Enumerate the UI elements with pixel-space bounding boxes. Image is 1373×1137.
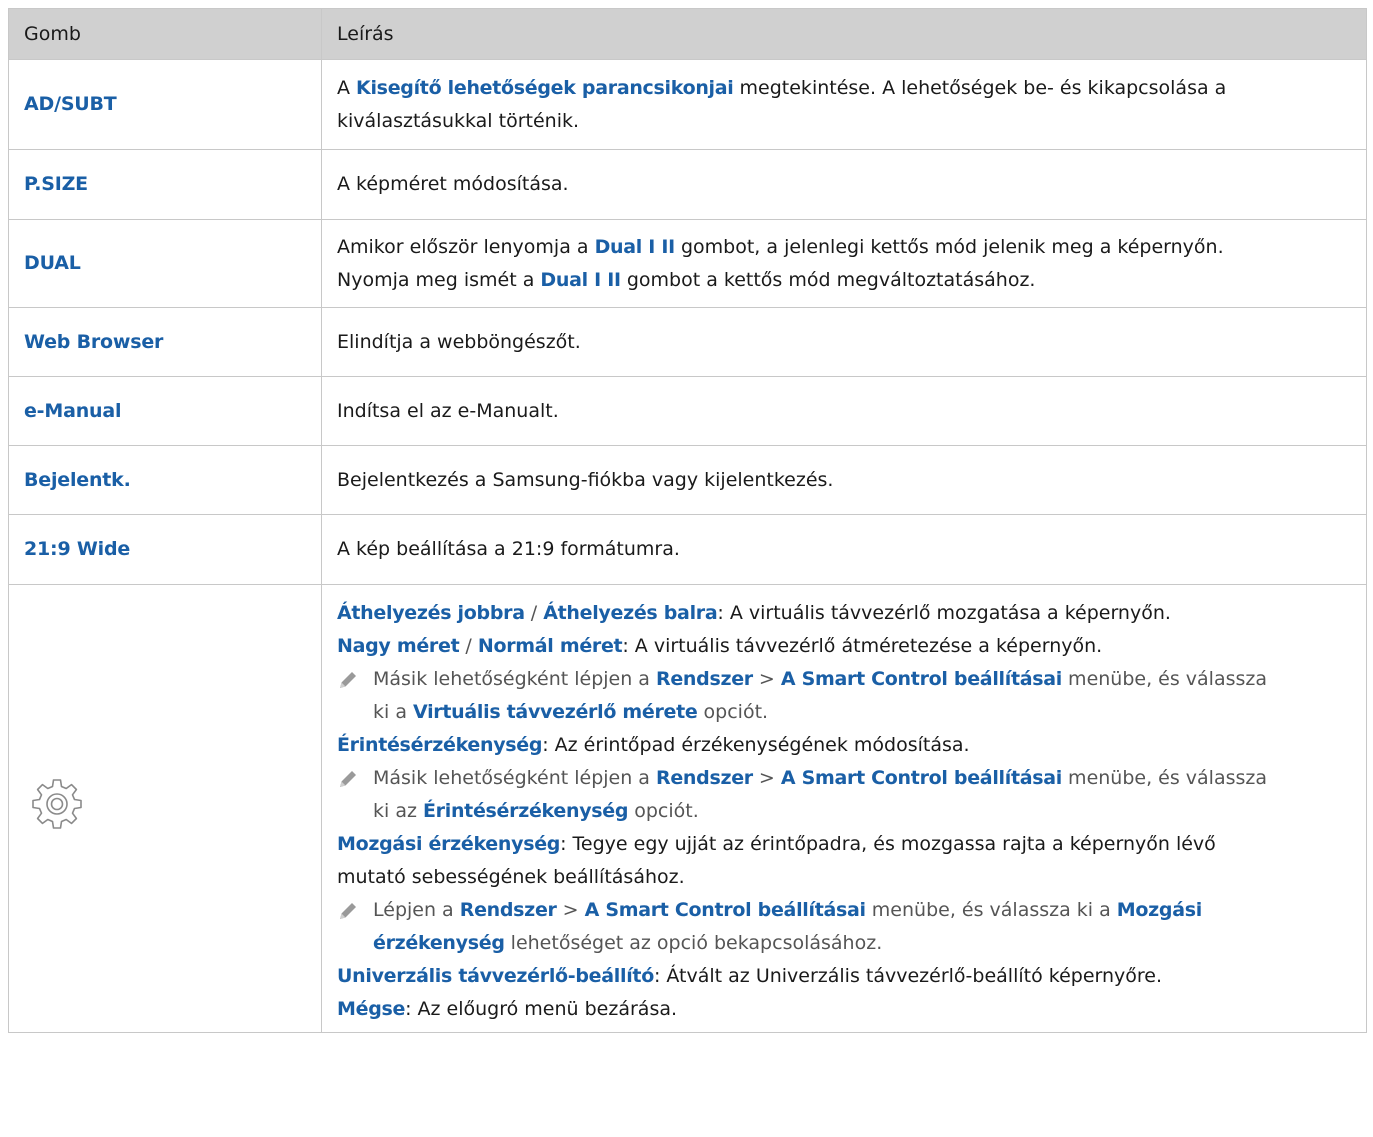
option-motion-sensitivity[interactable]: Mozgási érzékenység: [337, 833, 560, 855]
column-header-description: Leírás: [321, 8, 1367, 60]
row-key-cell: P.SIZE: [8, 149, 322, 220]
menu-link[interactable]: Kisegítő lehetőségek parancsikonjai: [356, 77, 734, 99]
description-line: kiválasztásukkal történik.: [337, 109, 580, 132]
row-description-cell: A képméret módosítása.: [321, 149, 1367, 220]
row-key-cell: Web Browser: [8, 307, 322, 377]
option-line: Mozgási érzékenység: Tegye egy ujját az …: [337, 833, 1216, 888]
table-row: Web Browser Elindítja a webböngészőt.: [8, 307, 1367, 377]
table-row: Bejelentk. Bejelentkezés a Samsung-fiókb…: [8, 445, 1367, 515]
table-header-row: Gomb Leírás: [8, 8, 1367, 60]
button-name: 21:9 Wide: [24, 538, 131, 560]
option-move-right[interactable]: Áthelyezés jobbra: [337, 602, 525, 624]
option-normal-size[interactable]: Normál méret: [478, 635, 623, 657]
menu-link[interactable]: Rendszer: [656, 668, 753, 690]
description-line: A Kisegítő lehetőségek parancsikonjai me…: [337, 76, 1227, 99]
note: Másik lehetőségként lépjen a Rendszer > …: [337, 762, 1351, 828]
row-description-cell: A Kisegítő lehetőségek parancsikonjai me…: [321, 59, 1367, 150]
table-row: AD/SUBT A Kisegítő lehetőségek parancsik…: [8, 59, 1367, 150]
option-touch-sensitivity[interactable]: Érintésérzékenység: [337, 734, 542, 756]
menu-link[interactable]: érzékenység: [373, 932, 505, 954]
row-description-cell: Áthelyezés jobbra / Áthelyezés balra: A …: [321, 584, 1367, 1033]
note-text: Másik lehetőségként lépjen a Rendszer > …: [373, 668, 1268, 723]
table-row: P.SIZE A képméret módosítása.: [8, 149, 1367, 220]
note: Lépjen a Rendszer > A Smart Control beál…: [337, 894, 1351, 960]
option-line: Áthelyezés jobbra / Áthelyezés balra: A …: [337, 602, 1171, 624]
option-line: Nagy méret / Normál méret: A virtuális t…: [337, 635, 1103, 657]
row-description-cell: Amikor először lenyomja a Dual I II gomb…: [321, 219, 1367, 308]
button-name: AD/SUBT: [24, 93, 117, 115]
row-key-cell: DUAL: [8, 219, 322, 308]
button-name: P.SIZE: [24, 173, 88, 195]
menu-link[interactable]: Rendszer: [656, 767, 753, 789]
table-row: 21:9 Wide A kép beállítása a 21:9 formát…: [8, 514, 1367, 585]
row-key-cell: e-Manual: [8, 376, 322, 446]
option-move-left[interactable]: Áthelyezés balra: [543, 602, 717, 624]
button-description-table: Gomb Leírás AD/SUBT A Kisegítő lehetőség…: [8, 8, 1367, 1033]
pencil-icon: [337, 762, 373, 828]
menu-link[interactable]: Rendszer: [460, 899, 557, 921]
menu-link[interactable]: Mozgási: [1117, 899, 1202, 921]
note: Másik lehetőségként lépjen a Rendszer > …: [337, 663, 1351, 729]
menu-link[interactable]: A Smart Control beállításai: [781, 668, 1062, 690]
row-description-cell: Indítsa el az e-Manualt.: [321, 376, 1367, 446]
row-key-cell: 21:9 Wide: [8, 514, 322, 585]
column-header-button: Gomb: [8, 8, 322, 60]
menu-link[interactable]: A Smart Control beállításai: [585, 899, 866, 921]
option-universal-remote-setup[interactable]: Univerzális távvezérlő-beállító: [337, 965, 654, 987]
row-key-cell: [8, 584, 322, 1033]
option-cancel[interactable]: Mégse: [337, 998, 405, 1020]
button-name: Web Browser: [24, 330, 164, 353]
option-line: Mégse: Az előugró menü bezárása.: [337, 998, 678, 1020]
option-line: Univerzális távvezérlő-beállító: Átvált …: [337, 965, 1163, 987]
row-description-cell: A kép beállítása a 21:9 formátumra.: [321, 514, 1367, 585]
pencil-icon: [337, 894, 373, 960]
button-reference: Dual I II: [540, 268, 621, 291]
option-line: Érintésérzékenység: Az érintőpad érzéken…: [337, 734, 970, 756]
option-large-size[interactable]: Nagy méret: [337, 635, 460, 657]
menu-link[interactable]: Virtuális távvezérlő mérete: [413, 701, 698, 723]
row-description-cell: Elindítja a webböngészőt.: [321, 307, 1367, 377]
menu-link[interactable]: Érintésérzékenység: [423, 800, 628, 822]
table-row: DUAL Amikor először lenyomja a Dual I II…: [8, 219, 1367, 308]
button-reference: Dual I II: [594, 235, 676, 258]
pencil-icon: [337, 663, 373, 729]
row-key-cell: AD/SUBT: [8, 59, 322, 150]
gear-icon: [24, 777, 83, 840]
table-row: e-Manual Indítsa el az e-Manualt.: [8, 376, 1367, 446]
menu-link[interactable]: A Smart Control beállításai: [781, 767, 1062, 789]
note-text: Másik lehetőségként lépjen a Rendszer > …: [373, 767, 1268, 822]
description-line: Nyomja meg ismét a Dual I II gombot a ke…: [337, 268, 1036, 291]
button-name: Bejelentk.: [24, 468, 131, 491]
note-text: Lépjen a Rendszer > A Smart Control beál…: [373, 899, 1202, 954]
description-line: Amikor először lenyomja a Dual I II gomb…: [337, 235, 1224, 258]
button-name: DUAL: [24, 252, 81, 274]
button-name: e-Manual: [24, 399, 122, 422]
row-key-cell: Bejelentk.: [8, 445, 322, 515]
table-row-settings: Áthelyezés jobbra / Áthelyezés balra: A …: [8, 584, 1367, 1033]
row-description-cell: Bejelentkezés a Samsung-fiókba vagy kije…: [321, 445, 1367, 515]
